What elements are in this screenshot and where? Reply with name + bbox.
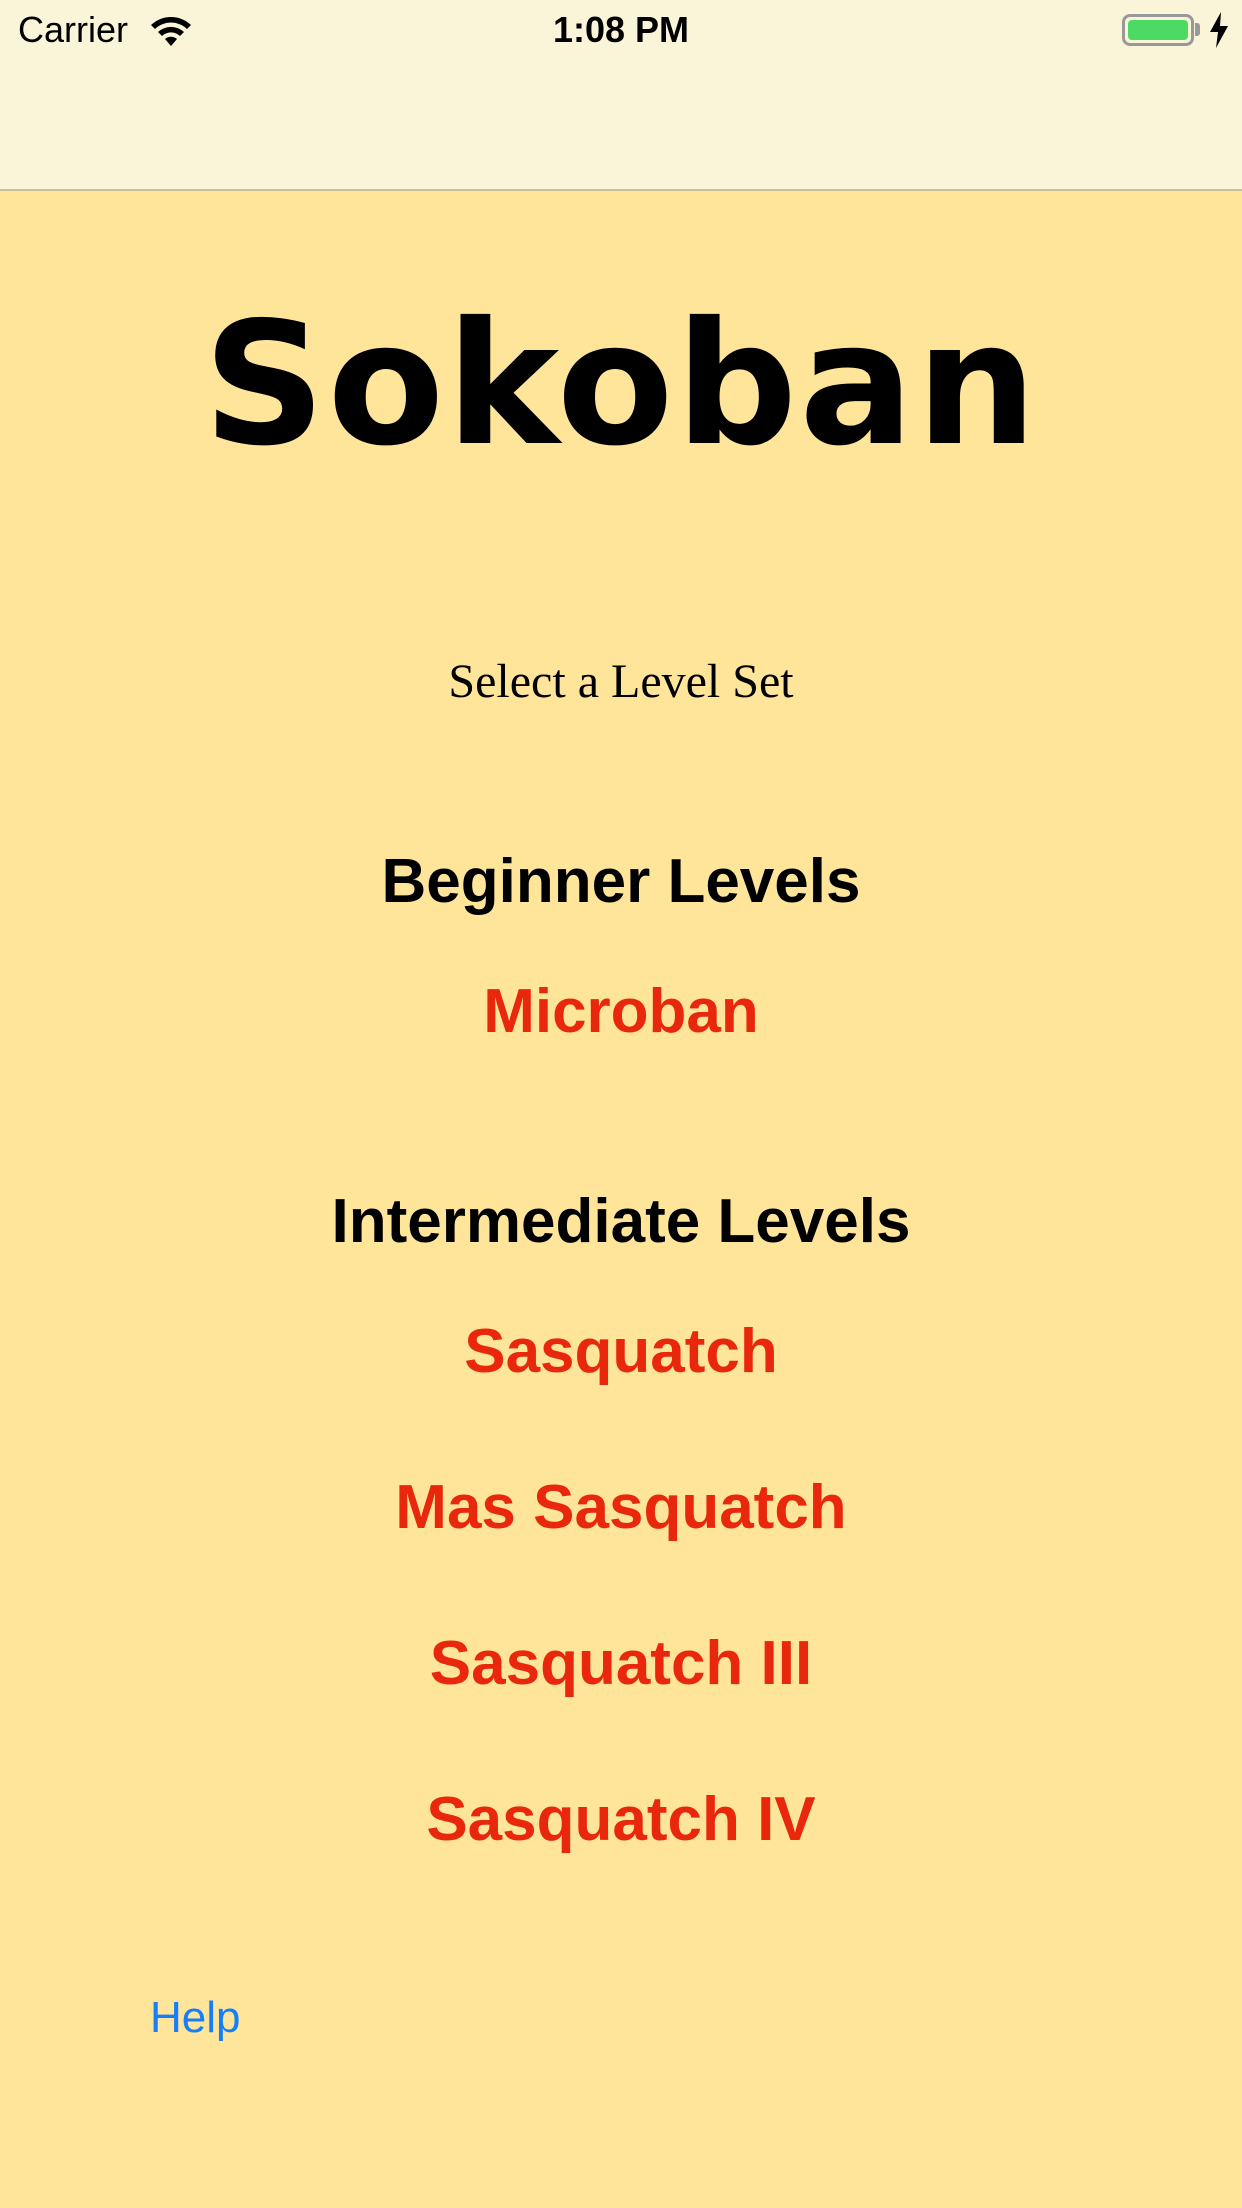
status-bar: Carrier 1:08 PM bbox=[0, 0, 1242, 191]
section-heading-beginner: Beginner Levels bbox=[381, 847, 861, 916]
section-heading-intermediate: Intermediate Levels bbox=[331, 1187, 911, 1256]
level-set-microban[interactable]: Microban bbox=[0, 972, 1242, 1052]
level-set-sasquatch-iv[interactable]: Sasquatch IV bbox=[0, 1780, 1242, 1860]
status-time: 1:08 PM bbox=[552, 9, 690, 50]
level-set-sasquatch-iii[interactable]: Sasquatch III bbox=[0, 1624, 1242, 1704]
charging-bolt-icon bbox=[1210, 12, 1228, 48]
level-set-sasquatch[interactable]: Sasquatch bbox=[0, 1312, 1242, 1392]
level-set-mas-sasquatch[interactable]: Mas Sasquatch bbox=[0, 1468, 1242, 1548]
battery-tip bbox=[1195, 23, 1200, 36]
help-button[interactable]: Help bbox=[150, 1990, 241, 2046]
battery-icon bbox=[1122, 14, 1194, 46]
battery-level-fill bbox=[1128, 20, 1188, 40]
level-set-prompt: Select a Level Set bbox=[448, 655, 794, 708]
app-title: Sokoban bbox=[203, 286, 1039, 484]
